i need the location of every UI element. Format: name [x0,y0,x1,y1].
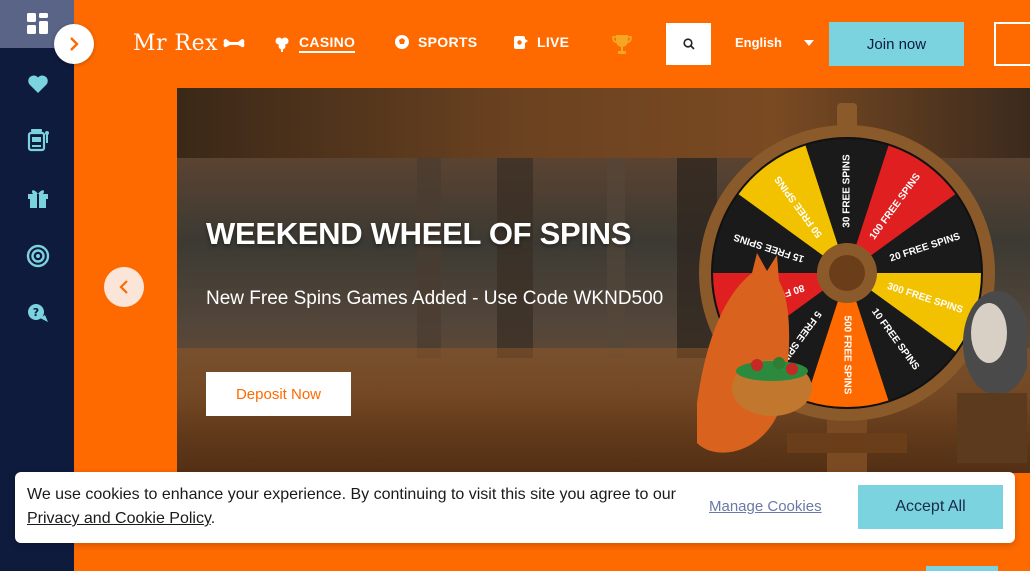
search-icon [682,38,695,50]
wheel-segment-label: 500 FREE SPINS [841,316,852,395]
sidebar-item-support[interactable]: ? [22,298,54,330]
wheel-segment-label: 30 FREE SPINS [842,154,853,228]
nav-live-label: LIVE [537,34,570,50]
language-label: English [735,35,782,50]
slot-machine-icon [27,129,49,152]
chevron-left-icon [119,280,128,294]
cookie-message: We use cookies to enhance your experienc… [27,483,677,531]
grid-icon [27,13,48,34]
banner-title: WEEKEND WHEEL OF SPINS [206,216,632,251]
bone-icon [223,38,245,47]
nav-tournaments[interactable] [611,33,633,55]
logo-text: Mr Rex [133,31,219,56]
live-dealer-icon [514,36,528,49]
top-header: Mr Rex CASINO SPORTS LIVE English Join n… [74,0,1030,88]
logo[interactable]: Mr Rex [133,31,246,56]
sidebar-item-promotions[interactable] [22,182,54,214]
promo-banner: WEEKEND WHEEL OF SPINS New Free Spins Ga… [177,88,1030,473]
cookie-text-end: . [210,510,216,527]
nav-sports-label: SPORTS [418,34,478,50]
casino-icon [275,37,289,52]
section-button-partial[interactable] [926,566,998,571]
login-button[interactable] [994,22,1030,66]
sidebar-item-responsible-gaming[interactable] [22,240,54,272]
target-icon [26,244,50,268]
nav-sports[interactable]: SPORTS [394,34,477,50]
cookie-banner: We use cookies to enhance your experienc… [15,472,1015,543]
nav-live[interactable]: LIVE [513,34,569,50]
sidebar-item-slots[interactable] [22,124,54,156]
sidebar-item-favourites[interactable] [22,68,54,100]
language-select[interactable]: English [735,35,814,50]
wheel-of-spins-illustration: 100 FREE SPINS20 FREE SPINS300 FREE SPIN… [697,103,1027,473]
join-now-button[interactable]: Join now [829,22,964,66]
nav-casino[interactable]: CASINO [273,34,356,53]
support-icon: ? [28,304,48,322]
heart-icon [28,75,48,93]
chevron-right-icon [70,37,79,51]
trophy-icon [612,35,632,54]
accept-all-button[interactable]: Accept All [858,485,1003,529]
chevron-down-icon [803,39,814,46]
banner-prev-button[interactable] [104,267,144,307]
privacy-policy-link[interactable]: Privacy and Cookie Policy [27,510,211,527]
cookie-text: We use cookies to enhance your experienc… [27,486,676,503]
search-button[interactable] [666,23,711,65]
nav-casino-label: CASINO [299,34,356,53]
manage-cookies-link[interactable]: Manage Cookies [709,498,822,515]
gift-icon [28,190,48,208]
banner-subtitle: New Free Spins Games Added - Use Code WK… [206,288,664,309]
sidebar-expand-button[interactable] [54,24,94,64]
svg-text:?: ? [33,306,39,319]
deposit-now-button[interactable]: Deposit Now [206,372,351,416]
sports-ball-icon [395,35,409,49]
